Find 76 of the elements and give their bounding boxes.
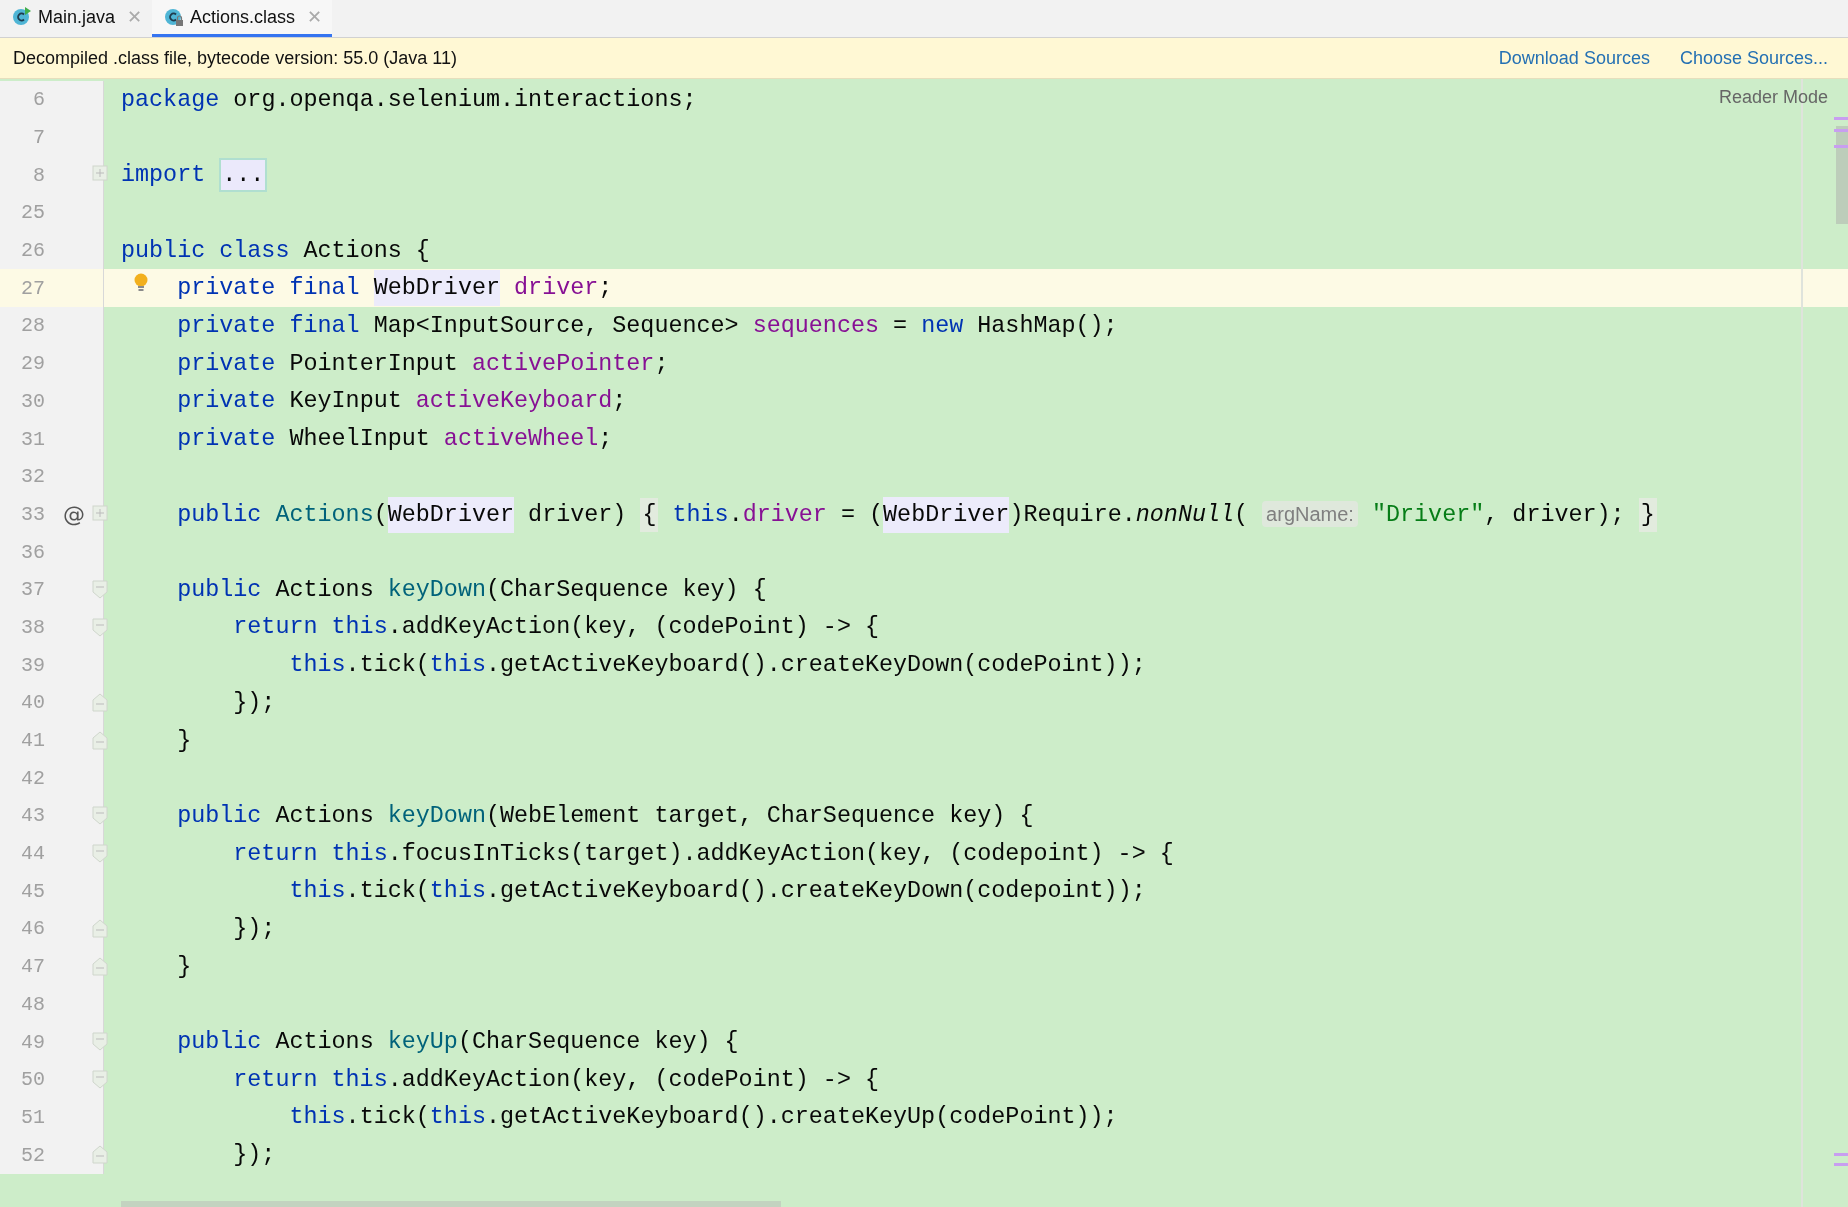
class-icon [12,7,32,27]
code-line: public Actions keyDown(WebElement target, CharSequence key) { [176,801,1034,831]
editor-tab[interactable]: Actions.class ✕ [152,0,333,37]
banner-link[interactable]: Choose Sources... [1679,47,1828,69]
line-number: 6 [32,88,45,112]
line-number: 7 [32,126,45,150]
code-line: private final Map<InputSource, Sequence> sequences = new HashMap(); [176,311,1118,341]
line-number: 42 [20,766,45,790]
line-number: 50 [20,1068,45,1092]
scroll-marker[interactable] [1834,1163,1848,1166]
line-number: 39 [20,653,45,677]
line-number: 31 [20,427,45,451]
code-line: } [176,952,192,982]
fold-minus-icon[interactable] [92,843,109,863]
code-line: }); [232,914,276,944]
code-line: } [176,726,192,756]
line-number: 43 [20,804,45,828]
line-number: 28 [20,314,45,338]
code-line: return this.addKeyAction(key, (codePoint) -> { [232,613,879,643]
code-line: private KeyInput activeKeyboard; [176,387,627,417]
code-line: this.tick(this.getActiveKeyboard().createKeyDown(codepoint)); [288,877,1146,907]
line-number: 44 [20,842,45,866]
scrollbar-thumb[interactable] [121,1201,781,1207]
tab-label: Actions.class [190,6,296,28]
line-number: 38 [20,615,45,639]
line-number: 40 [20,691,45,715]
line-number: 36 [20,540,45,564]
editor-tab[interactable]: Main.java ✕ [0,0,153,37]
banner-message: Decompiled .class file, bytecode version: 55.0 (Java 11) [13,47,458,69]
code-line: }); [232,688,276,718]
line-number: 32 [20,465,45,489]
line-number: 26 [20,239,45,263]
scroll-marker[interactable] [1834,145,1848,148]
line-number: 49 [20,1030,45,1054]
code-line: package org.openqa.selenium.interactions; [121,85,697,115]
line-number: 52 [20,1143,45,1167]
code-line: private PointerInput activePointer; [176,349,669,379]
code-line: public class Actions { [121,236,430,266]
line-number: 37 [20,578,45,602]
line-number: 51 [20,1105,45,1129]
scrollbar-thumb[interactable] [1836,126,1848,224]
line-number: 27 [20,276,45,300]
fold-plus-icon[interactable] [92,165,109,183]
code-line: this.tick(this.getActiveKeyboard().createKeyDown(codePoint)); [288,651,1146,681]
code-line: return this.addKeyAction(key, (codePoint) -> { [232,1065,879,1095]
line-number: 46 [20,917,45,941]
line-number: 47 [20,955,45,979]
line-number: 45 [20,879,45,903]
line-number: 30 [20,389,45,413]
scroll-marker[interactable] [1834,117,1848,120]
line-number: 48 [20,992,45,1016]
line-number: 29 [20,352,45,376]
line-number: 25 [20,201,45,225]
code-line: private WheelInput activeWheel; [176,425,613,455]
tab-label: Main.java [38,6,116,28]
fold-plus-icon[interactable] [92,504,109,522]
line-number: 41 [20,729,45,753]
fold-minus-icon[interactable] [92,579,109,599]
fold-minus-icon[interactable] [92,617,109,637]
reader-mode-button[interactable]: Reader Mode [1718,87,1828,108]
line-number: 8 [32,163,45,187]
code-line: public Actions keyDown(CharSequence key) { [176,575,767,605]
code-line: return this.focusInTicks(target).addKeyAction(key, (codepoint) -> { [232,839,1174,869]
fold-minus-icon[interactable] [92,1069,109,1089]
class-icon [164,7,185,27]
code-line: }); [232,1141,276,1171]
scroll-marker[interactable] [1834,1153,1848,1156]
code-line: public Actions keyUp(CharSequence key) { [176,1028,739,1058]
code-line: this.tick(this.getActiveKeyboard().createKeyUp(codePoint)); [288,1103,1118,1133]
banner-link[interactable]: Download Sources [1498,47,1650,69]
override-marker[interactable]: @ [63,501,85,527]
scroll-marker[interactable] [1834,129,1848,132]
line-number: 33 [20,502,45,526]
code-line: public Actions(WebDriver driver) { this.driver = (WebDriver)Require.nonNull( argName: "Driver", driver); } [121,498,1657,530]
code-line: private final WebDriver driver; [121,273,613,304]
code-line: import ... [121,160,268,191]
